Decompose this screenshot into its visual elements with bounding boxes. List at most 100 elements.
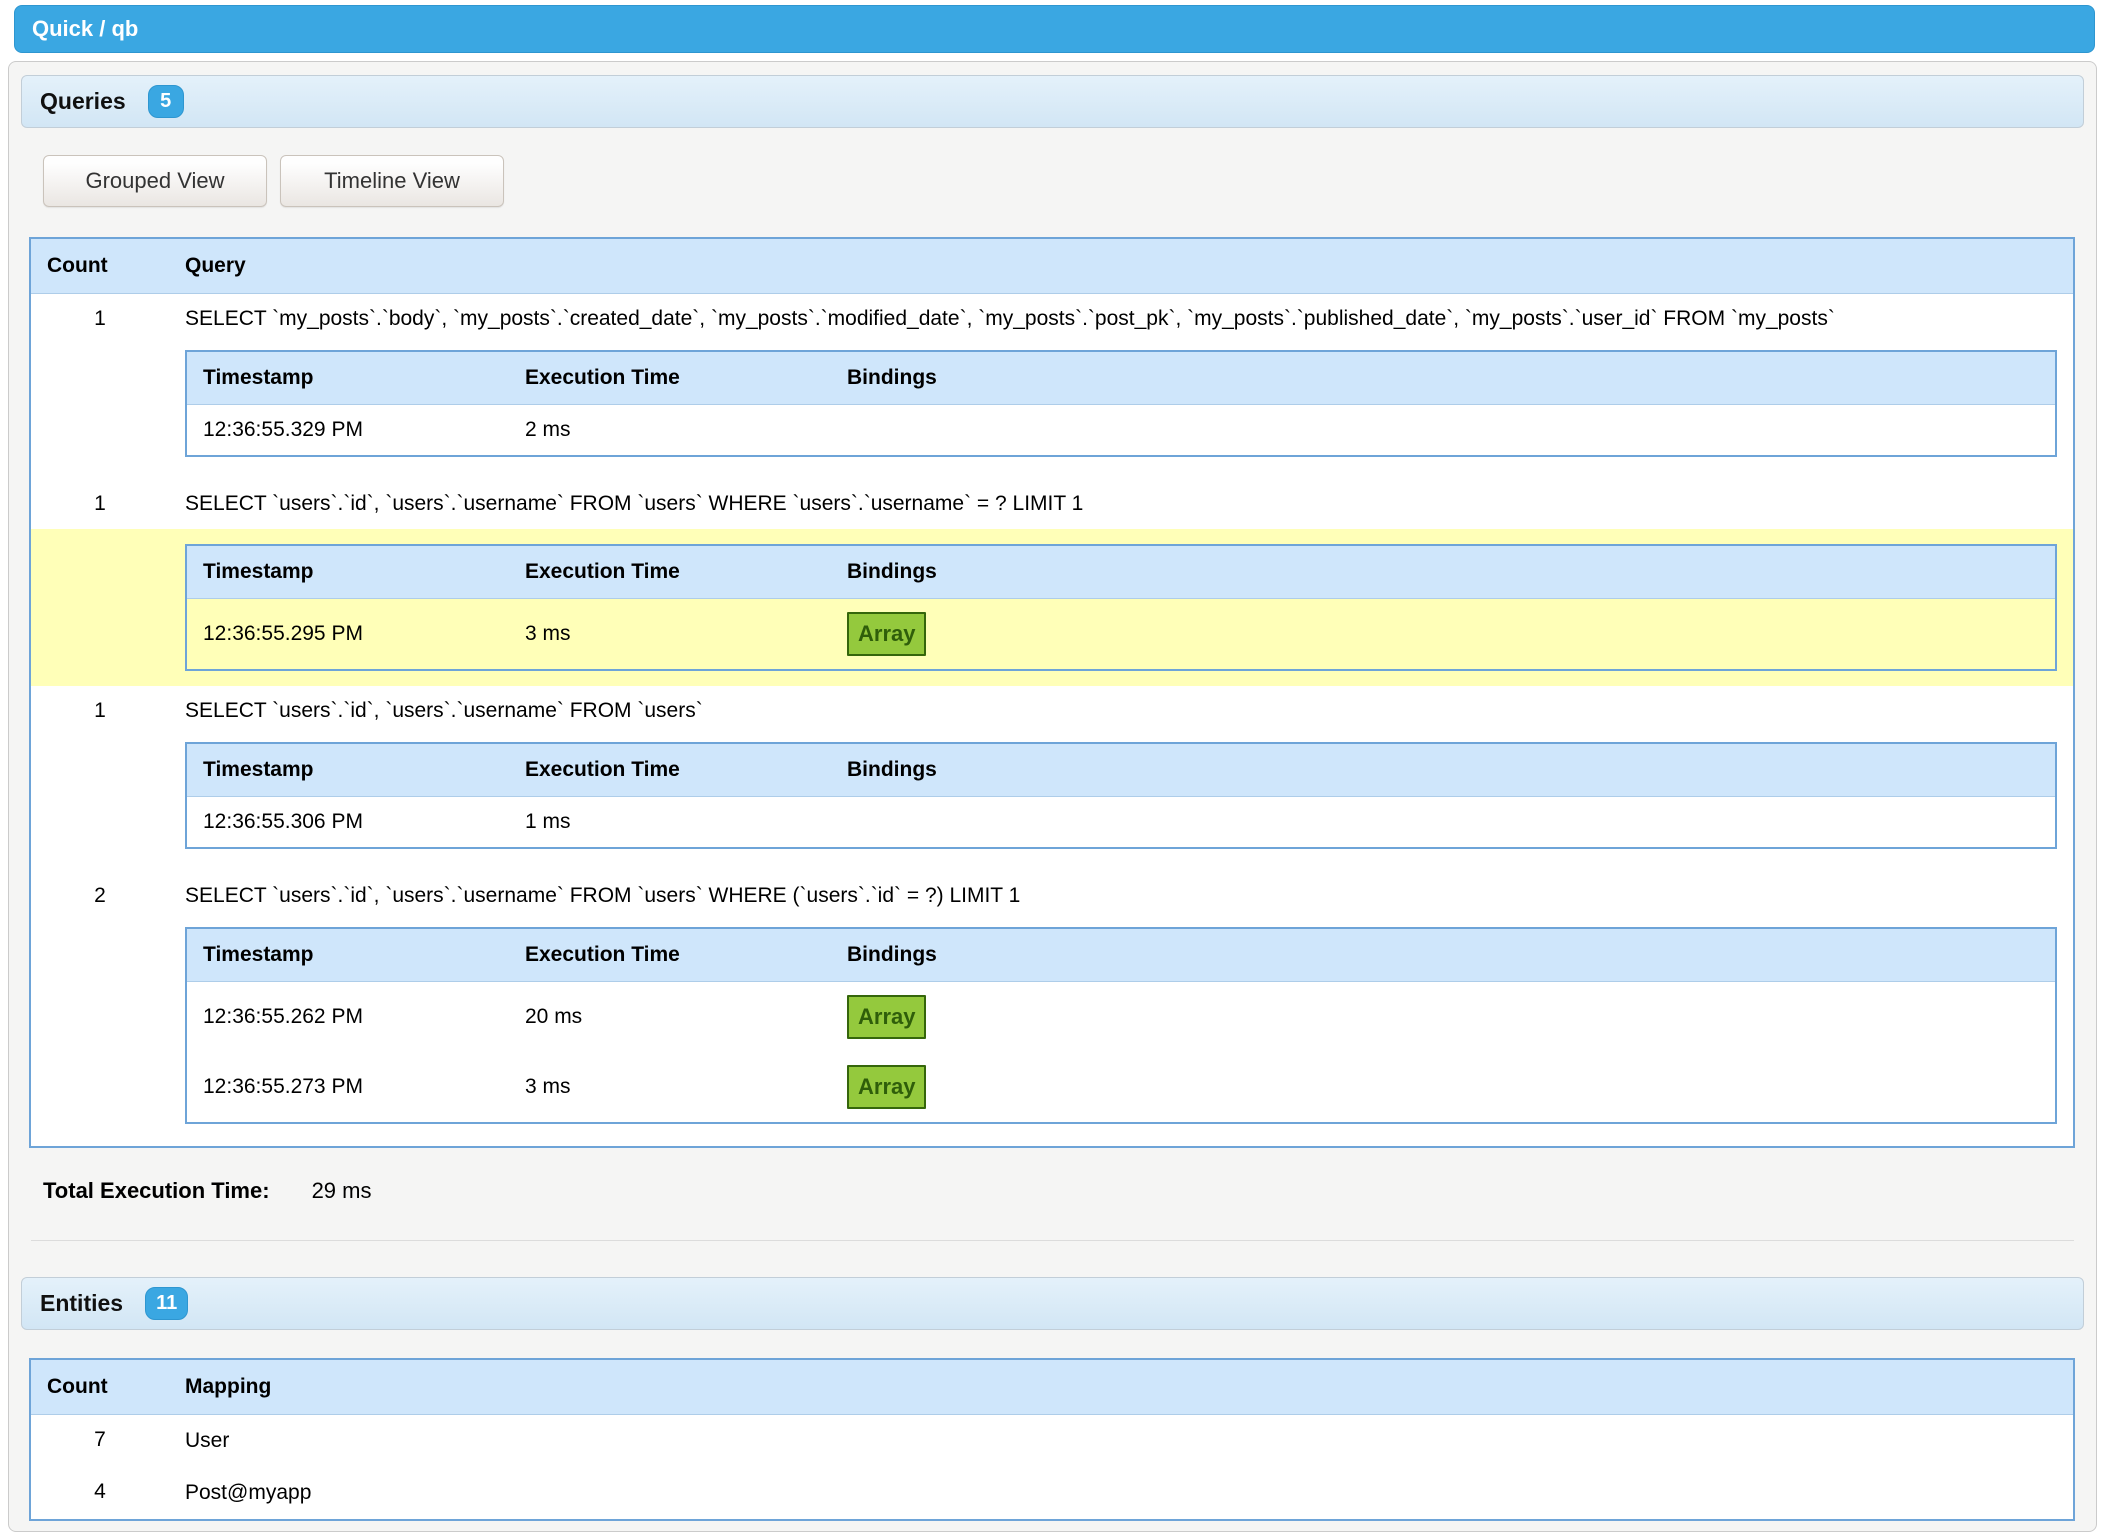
detail-col-timestamp: Timestamp — [186, 545, 509, 599]
query-sql: SELECT `users`.`id`, `users`.`username` … — [169, 479, 2074, 529]
entities-section-header[interactable]: Entities 11 — [21, 1277, 2084, 1330]
detail-spacer-cell — [30, 921, 169, 1147]
query-row: 1 SELECT `users`.`id`, `users`.`username… — [30, 686, 2074, 736]
query-sql: SELECT `users`.`id`, `users`.`username` … — [169, 871, 2074, 921]
queries-table-header-row: Count Query — [30, 238, 2074, 294]
queries-count-badge: 5 — [148, 85, 184, 118]
detail-col-bindings: Bindings — [831, 928, 2056, 982]
queries-section-header[interactable]: Queries 5 — [21, 75, 2084, 128]
query-row: 2 SELECT `users`.`id`, `users`.`username… — [30, 871, 2074, 921]
execution-time: 3 ms — [509, 1052, 831, 1123]
query-count: 2 — [30, 871, 169, 921]
entity-count: 4 — [30, 1467, 169, 1520]
query-count: 1 — [30, 479, 169, 529]
execution-row: 12:36:55.262 PM 20 ms Array — [186, 982, 2056, 1053]
queries-col-count: Count — [30, 238, 169, 294]
bindings-button[interactable]: Array — [847, 612, 926, 656]
detail-col-execution-time: Execution Time — [509, 928, 831, 982]
total-execution-time-value: 29 ms — [312, 1178, 372, 1204]
execution-timestamp: 12:36:55.273 PM — [186, 1052, 509, 1123]
query-count: 1 — [30, 294, 169, 345]
app-title-bar: Quick / qb — [14, 5, 2095, 53]
detail-cell: Timestamp Execution Time Bindings 12:36:… — [169, 736, 2074, 871]
entities-table-body: 7 User 4 Post@myapp — [30, 1415, 2074, 1521]
detail-col-bindings: Bindings — [831, 743, 2056, 797]
entities-table: Count Mapping 7 User 4 Post@myapp — [29, 1358, 2075, 1521]
total-execution-time-label: Total Execution Time: — [43, 1178, 270, 1204]
execution-bindings-cell — [831, 405, 2056, 457]
view-buttons: Grouped View Timeline View — [43, 155, 2084, 207]
entities-col-count: Count — [30, 1359, 169, 1415]
entities-table-header-row: Count Mapping — [30, 1359, 2074, 1415]
detail-col-timestamp: Timestamp — [186, 928, 509, 982]
query-detail-row: Timestamp Execution Time Bindings 12:36:… — [30, 921, 2074, 1147]
execution-row: 12:36:55.273 PM 3 ms Array — [186, 1052, 2056, 1123]
executions-header-row: Timestamp Execution Time Bindings — [186, 743, 2056, 797]
detail-spacer-cell — [30, 736, 169, 871]
execution-timestamp: 12:36:55.329 PM — [186, 405, 509, 457]
query-row: 1 SELECT `my_posts`.`body`, `my_posts`.`… — [30, 294, 2074, 345]
query-sql: SELECT `users`.`id`, `users`.`username` … — [169, 686, 2074, 736]
execution-time: 3 ms — [509, 599, 831, 671]
section-divider — [31, 1240, 2074, 1241]
detail-table-body: 12:36:55.262 PM 20 ms Array 12:36:55.273… — [186, 982, 2056, 1124]
detail-cell: Timestamp Execution Time Bindings 12:36:… — [169, 529, 2074, 686]
entities-count-badge: 11 — [145, 1287, 188, 1320]
detail-cell: Timestamp Execution Time Bindings 12:36:… — [169, 344, 2074, 479]
detail-col-bindings: Bindings — [831, 545, 2056, 599]
detail-col-execution-time: Execution Time — [509, 351, 831, 405]
query-row: 1 SELECT `users`.`id`, `users`.`username… — [30, 479, 2074, 529]
execution-bindings-cell: Array — [831, 599, 2056, 671]
execution-timestamp: 12:36:55.306 PM — [186, 797, 509, 849]
entity-mapping: Post@myapp — [169, 1467, 2074, 1520]
query-count: 1 — [30, 686, 169, 736]
detail-col-execution-time: Execution Time — [509, 545, 831, 599]
detail-col-execution-time: Execution Time — [509, 743, 831, 797]
queries-section-title: Queries — [40, 88, 126, 115]
execution-time: 20 ms — [509, 982, 831, 1053]
execution-bindings-cell: Array — [831, 1052, 2056, 1123]
execution-bindings-cell — [831, 797, 2056, 849]
bindings-button[interactable]: Array — [847, 1065, 926, 1109]
entity-count: 7 — [30, 1415, 169, 1468]
timeline-view-button[interactable]: Timeline View — [280, 155, 504, 207]
detail-col-timestamp: Timestamp — [186, 743, 509, 797]
detail-table-body: 12:36:55.306 PM 1 ms — [186, 797, 2056, 849]
grouped-view-button[interactable]: Grouped View — [43, 155, 267, 207]
detail-cell: Timestamp Execution Time Bindings 12:36:… — [169, 921, 2074, 1147]
total-execution-time: Total Execution Time: 29 ms — [43, 1178, 2084, 1204]
executions-header-row: Timestamp Execution Time Bindings — [186, 545, 2056, 599]
entities-col-mapping: Mapping — [169, 1359, 2074, 1415]
executions-header-row: Timestamp Execution Time Bindings — [186, 351, 2056, 405]
entity-row: 7 User — [30, 1415, 2074, 1468]
execution-timestamp: 12:36:55.262 PM — [186, 982, 509, 1053]
detail-col-bindings: Bindings — [831, 351, 2056, 405]
executions-table: Timestamp Execution Time Bindings 12:36:… — [185, 742, 2057, 849]
execution-row: 12:36:55.306 PM 1 ms — [186, 797, 2056, 849]
detail-table-body: 12:36:55.295 PM 3 ms Array — [186, 599, 2056, 671]
detail-table-body: 12:36:55.329 PM 2 ms — [186, 405, 2056, 457]
queries-table: Count Query 1 SELECT `my_posts`.`body`, … — [29, 237, 2075, 1148]
execution-time: 2 ms — [509, 405, 831, 457]
executions-table: Timestamp Execution Time Bindings 12:36:… — [185, 927, 2057, 1124]
detail-col-timestamp: Timestamp — [186, 351, 509, 405]
executions-table: Timestamp Execution Time Bindings 12:36:… — [185, 544, 2057, 671]
query-detail-row: Timestamp Execution Time Bindings 12:36:… — [30, 344, 2074, 479]
execution-row: 12:36:55.295 PM 3 ms Array — [186, 599, 2056, 671]
query-detail-row: Timestamp Execution Time Bindings 12:36:… — [30, 736, 2074, 871]
execution-row: 12:36:55.329 PM 2 ms — [186, 405, 2056, 457]
executions-table: Timestamp Execution Time Bindings 12:36:… — [185, 350, 2057, 457]
query-detail-row: Timestamp Execution Time Bindings 12:36:… — [30, 529, 2074, 686]
detail-spacer-cell — [30, 529, 169, 686]
queries-col-query: Query — [169, 238, 2074, 294]
executions-header-row: Timestamp Execution Time Bindings — [186, 928, 2056, 982]
entity-row: 4 Post@myapp — [30, 1467, 2074, 1520]
query-sql: SELECT `my_posts`.`body`, `my_posts`.`cr… — [169, 294, 2074, 345]
detail-spacer-cell — [30, 344, 169, 479]
debug-panel: Queries 5 Grouped View Timeline View Cou… — [8, 61, 2097, 1532]
entities-section-title: Entities — [40, 1290, 123, 1317]
entities-gap — [21, 1330, 2084, 1358]
entity-mapping: User — [169, 1415, 2074, 1468]
execution-time: 1 ms — [509, 797, 831, 849]
bindings-button[interactable]: Array — [847, 995, 926, 1039]
